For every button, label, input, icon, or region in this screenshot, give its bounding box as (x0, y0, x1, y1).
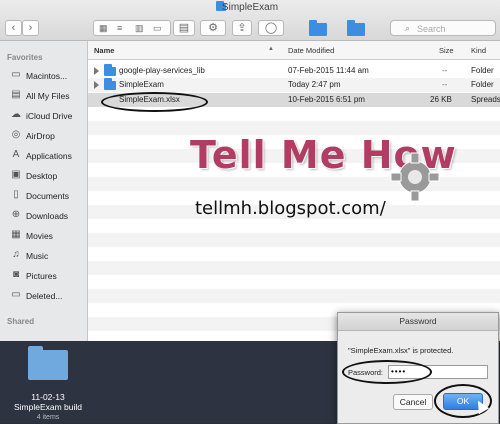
file-date: 10-Feb-2015 6:51 pm (288, 95, 365, 104)
search-placeholder: Search (417, 24, 446, 34)
sidebar-item-label: iCloud Drive (26, 111, 73, 121)
folder-icon[interactable] (309, 20, 327, 36)
sidebar-item-label: Documents (26, 191, 69, 201)
icon-view-icon[interactable]: ▦ (99, 21, 108, 35)
sidebar-favorites-heading: Favorites (7, 53, 43, 62)
movies-icon: ▦ (11, 229, 21, 240)
tag-icon: ◯ (264, 22, 278, 34)
sidebar-item-icloud-drive[interactable]: ☁ iCloud Drive (0, 107, 87, 125)
column-view-icon[interactable]: ▥ (135, 21, 144, 35)
share-button[interactable]: ⇪ (232, 20, 252, 36)
file-size: 26 KB (430, 95, 452, 104)
dialog-title: Password (338, 313, 498, 331)
table-row[interactable]: SimpleExam Today 2:47 pm -- Folder (88, 78, 500, 92)
downloads-icon: ⊕ (11, 209, 21, 220)
desktop-item-date: 11-02-13 (31, 392, 65, 402)
files-icon: ▤ (11, 89, 21, 100)
disclosure-triangle-icon[interactable] (94, 67, 99, 75)
disk-icon: ▭ (11, 69, 21, 80)
back-button[interactable]: ‹ (5, 20, 22, 36)
watermark-url: tellmh.blogspot.com/ (195, 198, 386, 219)
column-kind[interactable]: Kind (471, 46, 486, 55)
sidebar-item-label: AirDrop (26, 131, 55, 141)
desktop-icon: ▣ (11, 169, 21, 180)
column-name[interactable]: Name (94, 46, 114, 55)
folder-icon[interactable] (28, 346, 68, 380)
annotation-oval (342, 360, 432, 384)
empty-row (88, 289, 500, 303)
sidebar-item-label: Downloads (26, 211, 69, 221)
annotation-oval (101, 92, 208, 112)
cloud-icon: ☁ (11, 109, 21, 120)
list-view-icon[interactable]: ≡ (117, 21, 122, 35)
action-button[interactable]: ⚙ (200, 20, 226, 36)
forward-button[interactable]: › (22, 20, 39, 36)
file-date: Today 2:47 pm (288, 80, 341, 89)
sidebar-item-deleted[interactable]: ▭ Deleted... (0, 287, 87, 305)
dialog-message: "SimpleExam.xlsx" is protected. (348, 346, 454, 355)
file-kind: Spreads (471, 95, 500, 104)
sidebar-item-label: Pictures (26, 271, 57, 281)
sidebar-item-downloads[interactable]: ⊕ Downloads (0, 207, 87, 225)
file-kind: Folder (471, 80, 494, 89)
folder-icon[interactable] (347, 20, 365, 36)
file-date: 07-Feb-2015 11:44 am (288, 66, 369, 75)
arrange-button[interactable]: ▤ (173, 20, 195, 36)
sidebar-item-pictures[interactable]: ◙ Pictures (0, 267, 87, 285)
sidebar-item-label: Movies (26, 231, 53, 241)
folder-icon (104, 64, 116, 76)
table-row[interactable]: google-play-services_lib 07-Feb-2015 11:… (88, 64, 500, 78)
gear-icon: ⚙ (208, 22, 218, 34)
share-icon: ⇪ (237, 22, 247, 34)
documents-icon: ▯ (13, 189, 19, 200)
disclosure-triangle-icon[interactable] (94, 81, 99, 89)
grid-icon: ▤ (178, 22, 190, 34)
sidebar-item-airdrop[interactable]: ◎ AirDrop (0, 127, 87, 145)
desktop-item-name: SimpleExam build (13, 402, 83, 412)
sidebar-item-all-my-files[interactable]: ▤ All My Files (0, 87, 87, 105)
sidebar-item-label: Deleted... (26, 291, 63, 301)
desktop-item-count: 4 items (36, 414, 60, 421)
folder-icon: ▭ (11, 289, 21, 300)
sidebar-item-label: All My Files (26, 91, 70, 101)
window-toolbar: SimpleExam ‹ › ▦ ≡ ▥ ▭ ▤ ⚙ ⇪ ◯ ⌕ Search (0, 0, 500, 41)
column-date-modified[interactable]: Date Modified (288, 46, 334, 55)
pictures-icon: ◙ (12, 269, 20, 280)
cancel-button[interactable]: Cancel (393, 394, 433, 410)
sidebar-item-music[interactable]: ♫ Music (0, 247, 87, 265)
column-size[interactable]: Size (439, 46, 454, 55)
view-mode-buttons[interactable]: ▦ ≡ ▥ ▭ (93, 20, 171, 36)
apps-icon: A (12, 149, 20, 160)
tags-button[interactable]: ◯ (258, 20, 284, 36)
music-icon: ♫ (12, 249, 20, 260)
airdrop-icon: ◎ (11, 129, 21, 140)
column-header: Name ▲ Date Modified Size Kind (88, 41, 500, 60)
window-title: SimpleExam (221, 2, 279, 13)
sidebar-item-label: Music (26, 251, 49, 261)
sidebar-item-movies[interactable]: ▦ Movies (0, 227, 87, 245)
sidebar-item-label: Macintos... (26, 71, 68, 81)
folder-icon (104, 78, 116, 90)
sidebar-item-desktop[interactable]: ▣ Desktop (0, 167, 87, 185)
sidebar-item-documents[interactable]: ▯ Documents (0, 187, 87, 205)
empty-row (88, 233, 500, 247)
file-name: SimpleExam (119, 80, 164, 89)
file-name: google-play-services_lib (119, 66, 205, 75)
gear-icon (390, 152, 440, 202)
password-dialog: Password "SimpleExam.xlsx" is protected.… (337, 312, 499, 424)
sort-arrow-icon: ▲ (268, 46, 274, 52)
cover-flow-icon[interactable]: ▭ (153, 21, 162, 35)
empty-row (88, 261, 500, 275)
file-size: -- (442, 80, 448, 89)
sidebar-shared-heading: Shared (7, 317, 35, 326)
sidebar-item-label: Applications (26, 151, 72, 161)
sidebar: Favorites ▭ Macintos... ▤ All My Files ☁… (0, 41, 88, 341)
sidebar-item-macintosh[interactable]: ▭ Macintos... (0, 67, 87, 85)
sidebar-item-label: Desktop (26, 171, 58, 181)
search-icon: ⌕ (405, 23, 411, 33)
sidebar-item-applications[interactable]: A Applications (0, 147, 87, 165)
file-kind: Folder (471, 66, 494, 75)
search-field[interactable]: ⌕ Search (390, 20, 496, 36)
file-size: -- (442, 66, 448, 75)
